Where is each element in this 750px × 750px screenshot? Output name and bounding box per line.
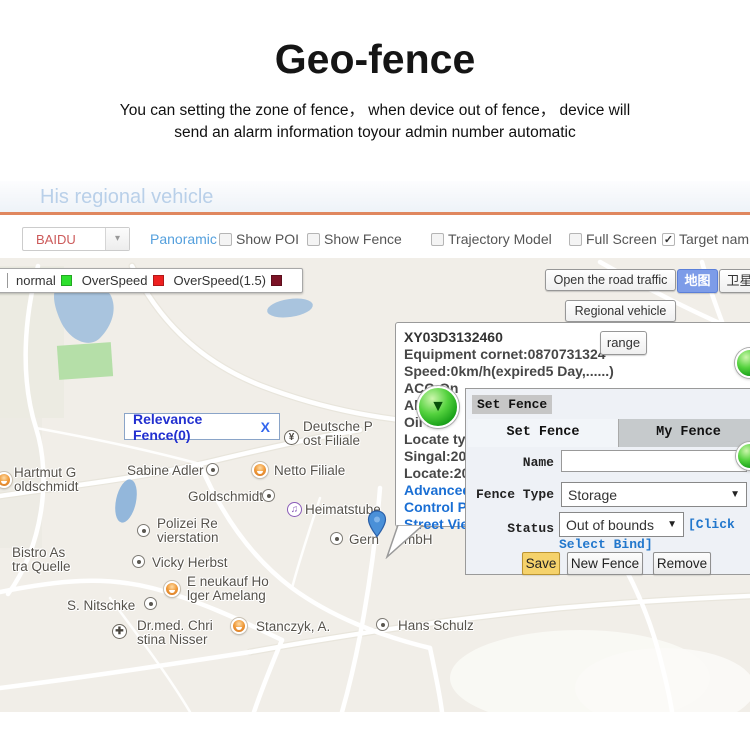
checkbox-full-screen[interactable]: Full Screen bbox=[569, 231, 657, 247]
checkbox-label: Trajectory Model bbox=[448, 231, 552, 247]
name-input[interactable] bbox=[561, 450, 747, 472]
click-select-bind-link-part1[interactable]: [Click bbox=[688, 517, 735, 532]
checkbox-trajectory-model[interactable]: Trajectory Model bbox=[431, 231, 552, 247]
save-button[interactable]: Save bbox=[522, 552, 560, 575]
checkbox-target-name[interactable]: ✓ Target nam bbox=[662, 231, 749, 247]
page-subtitle: You can setting the zone of fence， when … bbox=[0, 100, 750, 144]
toolbar: BAIDU ▾ Panoramic Show POI Show Fence Tr… bbox=[0, 215, 750, 258]
tab-set-fence[interactable]: Set Fence bbox=[468, 419, 618, 447]
app-header: His regional vehicle bbox=[0, 181, 750, 212]
map-label-hartmut-goldschmidt: Hartmut G oldschmidt bbox=[14, 466, 79, 493]
speed-legend: normal OverSpeed OverSpeed(1.5) bbox=[0, 268, 303, 293]
page-subtitle-line1: You can setting the zone of fence， when … bbox=[0, 100, 750, 122]
map-label-sabine-adler: Sabine Adler bbox=[127, 464, 204, 478]
legend-swatch-overspeed bbox=[153, 275, 164, 286]
checkbox-box[interactable] bbox=[219, 233, 232, 246]
map-label-vicky-herbst: Vicky Herbst bbox=[152, 556, 228, 570]
checkbox-label: Target nam bbox=[679, 231, 749, 247]
checkbox-box[interactable] bbox=[431, 233, 444, 246]
close-icon[interactable]: X bbox=[261, 419, 270, 435]
legend-label-overspeed: OverSpeed bbox=[82, 273, 148, 288]
popup-speed: Speed:0km/h(expired5 Day,......) bbox=[404, 363, 750, 380]
dot-icon bbox=[262, 489, 275, 502]
vehicle-marker-icon[interactable]: ▼ bbox=[417, 386, 459, 428]
status-label: Status bbox=[506, 521, 554, 536]
legend-swatch-overspeed15 bbox=[271, 275, 282, 286]
status-select[interactable]: Out of bounds ▼ bbox=[559, 512, 684, 537]
chevron-down-icon[interactable]: ▾ bbox=[105, 228, 129, 250]
map-type-button[interactable]: 地图 bbox=[677, 269, 718, 293]
dot-icon bbox=[132, 555, 145, 568]
range-button[interactable]: range bbox=[600, 331, 647, 355]
popup-device-id: XY03D3132460 bbox=[404, 329, 750, 346]
yen-icon: ¥ bbox=[284, 430, 299, 445]
fence-type-value: Storage bbox=[568, 487, 617, 503]
set-fence-dialog: Set Fence Set Fence My Fence Name Fence … bbox=[465, 388, 750, 575]
page-title: Geo-fence bbox=[0, 36, 750, 83]
map-label-goldschmidt: Goldschmidt bbox=[188, 490, 263, 504]
dialog-title: Set Fence bbox=[472, 395, 552, 414]
shop-icon bbox=[252, 462, 268, 478]
chevron-down-icon: ▼ bbox=[730, 489, 740, 500]
map-label-nitschke: S. Nitschke bbox=[67, 599, 135, 613]
popup-equipment: Equipment cornet:0870731324 bbox=[404, 346, 750, 363]
shop-icon bbox=[231, 618, 247, 634]
dot-icon bbox=[137, 524, 150, 537]
road-traffic-button[interactable]: Open the road traffic bbox=[545, 269, 676, 291]
checkbox-show-fence[interactable]: Show Fence bbox=[307, 231, 402, 247]
dot-icon bbox=[144, 597, 157, 610]
checkbox-box[interactable] bbox=[569, 233, 582, 246]
music-icon: ♫ bbox=[287, 502, 302, 517]
new-fence-button[interactable]: New Fence bbox=[567, 552, 643, 575]
dot-icon bbox=[206, 463, 219, 476]
map-canvas[interactable]: normal OverSpeed OverSpeed(1.5) Open the… bbox=[0, 258, 750, 712]
app-header-title: His regional vehicle bbox=[40, 186, 213, 209]
status-value: Out of bounds bbox=[566, 517, 654, 533]
park-shape bbox=[57, 342, 113, 380]
click-select-bind-link-part2[interactable]: Select Bind] bbox=[559, 537, 653, 552]
map-label-drmed-nisser: Dr.med. Chri stina Nisser bbox=[137, 619, 213, 646]
checkbox-show-poi[interactable]: Show POI bbox=[219, 231, 299, 247]
regional-vehicle-button[interactable]: Regional vehicle bbox=[565, 300, 676, 322]
fence-type-label: Fence Type bbox=[474, 487, 554, 502]
popup-tail bbox=[378, 525, 424, 559]
tab-my-fence[interactable]: My Fence bbox=[618, 419, 750, 447]
panoramic-link[interactable]: Panoramic bbox=[150, 231, 217, 247]
checkbox-label: Show POI bbox=[236, 231, 299, 247]
legend-label-overspeed15: OverSpeed(1.5) bbox=[174, 273, 267, 288]
chevron-down-icon: ▼ bbox=[667, 519, 677, 530]
page-subtitle-line2: send an alarm information toyour admin n… bbox=[0, 122, 750, 144]
legend-swatch-normal bbox=[61, 275, 72, 286]
map-label-hans-schulz: Hans Schulz bbox=[398, 619, 474, 633]
checkbox-box-checked[interactable]: ✓ bbox=[662, 233, 675, 246]
dot-icon bbox=[330, 532, 343, 545]
legend-divider bbox=[7, 273, 8, 288]
map-label-polizei: Polizei Re vierstation bbox=[157, 517, 219, 544]
relevance-fence-label: Relevance Fence(0) bbox=[133, 411, 261, 443]
dot-icon bbox=[376, 618, 389, 631]
checkbox-box[interactable] bbox=[307, 233, 320, 246]
map-label-deutsche-post: Deutsche P ost Filiale bbox=[303, 420, 373, 447]
arrow-down-icon: ▼ bbox=[430, 398, 446, 415]
remove-button[interactable]: Remove bbox=[653, 552, 711, 575]
map-label-e-neukauf: E neukauf Ho lger Amelang bbox=[187, 575, 269, 602]
map-label-bistro: Bistro As tra Quelle bbox=[12, 546, 71, 573]
map-label-stanczyk: Stanczyk, A. bbox=[256, 620, 330, 634]
map-provider-select[interactable]: BAIDU ▾ bbox=[22, 227, 130, 251]
cross-icon: ✚ bbox=[112, 624, 127, 639]
satellite-button[interactable]: 卫星 bbox=[719, 269, 750, 293]
checkbox-label: Show Fence bbox=[324, 231, 402, 247]
map-provider-value: BAIDU bbox=[36, 232, 76, 247]
checkbox-label: Full Screen bbox=[586, 231, 657, 247]
legend-label-normal: normal bbox=[16, 273, 56, 288]
page: Geo-fence You can setting the zone of fe… bbox=[0, 0, 750, 750]
relevance-fence-box: Relevance Fence(0) X bbox=[124, 413, 280, 440]
map-label-netto-filiale: Netto Filiale bbox=[274, 464, 345, 478]
shop-icon bbox=[164, 581, 180, 597]
name-label: Name bbox=[506, 455, 554, 470]
fence-type-select[interactable]: Storage ▼ bbox=[561, 482, 747, 507]
